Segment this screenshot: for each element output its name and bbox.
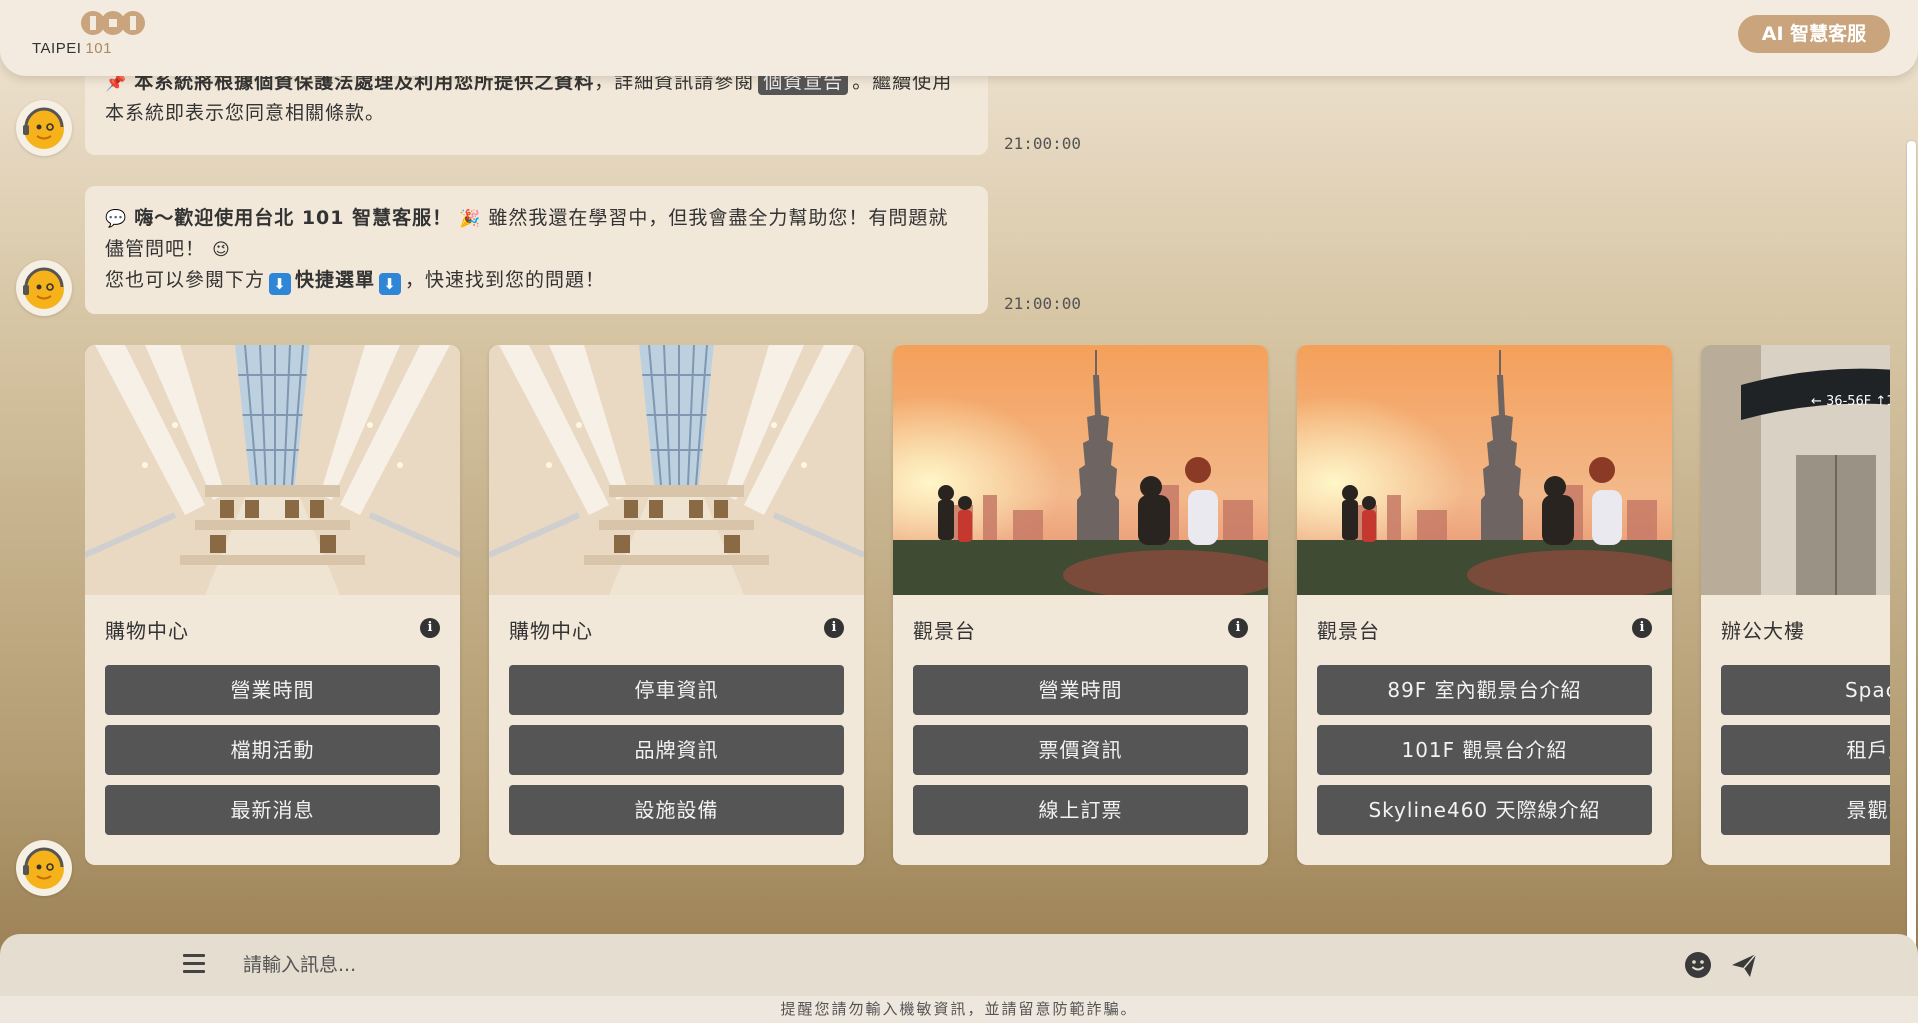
card-shopping-mall: 購物中心 i 停車資訊 品牌資訊 設施設備 bbox=[489, 345, 864, 865]
speech-bubble-icon: 💬 bbox=[105, 209, 128, 229]
card-button[interactable]: 營業時間 bbox=[913, 665, 1248, 715]
card-title: 購物中心 bbox=[509, 619, 593, 643]
bot-avatar bbox=[16, 100, 72, 156]
scrollbar[interactable] bbox=[1904, 76, 1918, 1001]
card-button[interactable]: 品牌資訊 bbox=[509, 725, 844, 775]
chat-input-bar bbox=[0, 934, 1918, 996]
card-button[interactable]: Skyline460 天際線介紹 bbox=[1317, 785, 1652, 835]
emoji-icon[interactable] bbox=[1685, 952, 1711, 978]
card-title: 辦公大樓 bbox=[1721, 619, 1805, 643]
footer-disclaimer: 提醒您請勿輸入機敏資訊，並請留意防範詐騙。 bbox=[0, 996, 1918, 1023]
message-input[interactable] bbox=[243, 946, 1643, 984]
down-arrow-icon: ⬇ bbox=[269, 273, 292, 295]
card-button[interactable]: 停車資訊 bbox=[509, 665, 844, 715]
sunset-tower-image bbox=[1297, 345, 1672, 595]
card-button[interactable]: 租戶服務 bbox=[1721, 725, 1890, 775]
office-direction-sign: ← 36-56F ↑10 bbox=[1811, 394, 1890, 409]
hamburger-menu-icon[interactable] bbox=[183, 954, 205, 974]
info-icon[interactable]: i bbox=[1228, 618, 1248, 638]
card-title: 觀景台 bbox=[913, 619, 976, 643]
bot-avatar-icon bbox=[23, 847, 64, 889]
card-button[interactable]: 票價資訊 bbox=[913, 725, 1248, 775]
logo-text: TAIPEI 101 bbox=[32, 40, 112, 57]
card-button[interactable]: 101F 觀景台介紹 bbox=[1317, 725, 1652, 775]
card-button[interactable]: Space 8 bbox=[1721, 665, 1890, 715]
card-button[interactable]: 線上訂票 bbox=[913, 785, 1248, 835]
card-title: 購物中心 bbox=[105, 619, 189, 643]
info-icon[interactable]: i bbox=[420, 618, 440, 638]
card-button[interactable]: 營業時間 bbox=[105, 665, 440, 715]
wink-face-icon: 😉 bbox=[212, 240, 231, 260]
ai-customer-service-button[interactable]: AI 智慧客服 bbox=[1738, 15, 1890, 53]
message-timestamp: 21:00:00 bbox=[1004, 134, 1082, 153]
card-button[interactable]: 最新消息 bbox=[105, 785, 440, 835]
info-icon[interactable]: i bbox=[1632, 618, 1652, 638]
mall-atrium-image bbox=[489, 345, 864, 595]
card-observatory: 觀景台 i 89F 室內觀景台介紹 101F 觀景台介紹 Skyline460 … bbox=[1297, 345, 1672, 865]
bot-avatar-icon bbox=[23, 107, 64, 149]
card-button[interactable]: 89F 室內觀景台介紹 bbox=[1317, 665, 1652, 715]
sunset-tower-image bbox=[893, 345, 1268, 595]
office-lobby-image: ← 36-56F ↑10 bbox=[1701, 345, 1890, 595]
bot-avatar-icon bbox=[23, 267, 64, 309]
card-button[interactable]: 設施設備 bbox=[509, 785, 844, 835]
send-icon[interactable] bbox=[1730, 951, 1758, 979]
quick-menu-bold-text: 快捷選單 bbox=[295, 269, 376, 291]
card-office-tower: ← 36-56F ↑10 辦公大樓 i Space 8 租戶服務 景觀會議 bbox=[1701, 345, 1890, 865]
card-shopping-mall: 購物中心 i 營業時間 檔期活動 最新消息 bbox=[85, 345, 460, 865]
scrollbar-thumb[interactable] bbox=[1907, 141, 1916, 1001]
mall-atrium-image bbox=[85, 345, 460, 595]
down-arrow-icon: ⬇ bbox=[379, 273, 402, 295]
card-button[interactable]: 景觀會議 bbox=[1721, 785, 1890, 835]
logo-mark-icon bbox=[81, 11, 145, 35]
pin-icon: 📌 bbox=[105, 73, 128, 93]
bot-message-welcome: 💬 嗨～歡迎使用台北 101 智慧客服！ 🎉 雖然我還在學習中，但我會盡全力幫助… bbox=[85, 186, 988, 314]
bot-avatar bbox=[16, 260, 72, 316]
info-icon[interactable]: i bbox=[824, 618, 844, 638]
bot-avatar bbox=[16, 840, 72, 896]
card-observatory: 觀景台 i 營業時間 票價資訊 線上訂票 bbox=[893, 345, 1268, 865]
card-title: 觀景台 bbox=[1317, 619, 1380, 643]
card-button[interactable]: 檔期活動 bbox=[105, 725, 440, 775]
taipei101-logo[interactable]: TAIPEI 101 bbox=[32, 10, 152, 60]
party-popper-icon: 🎉 bbox=[459, 209, 482, 229]
message-timestamp: 21:00:00 bbox=[1004, 294, 1082, 313]
welcome-bold-text: 嗨～歡迎使用台北 101 智慧客服！ bbox=[134, 207, 453, 229]
header-bar: TAIPEI 101 AI 智慧客服 bbox=[0, 0, 1918, 76]
quick-menu-carousel[interactable]: 購物中心 i 營業時間 檔期活動 最新消息 購物中心 i 停車資訊 品牌資訊 設… bbox=[85, 345, 1890, 865]
